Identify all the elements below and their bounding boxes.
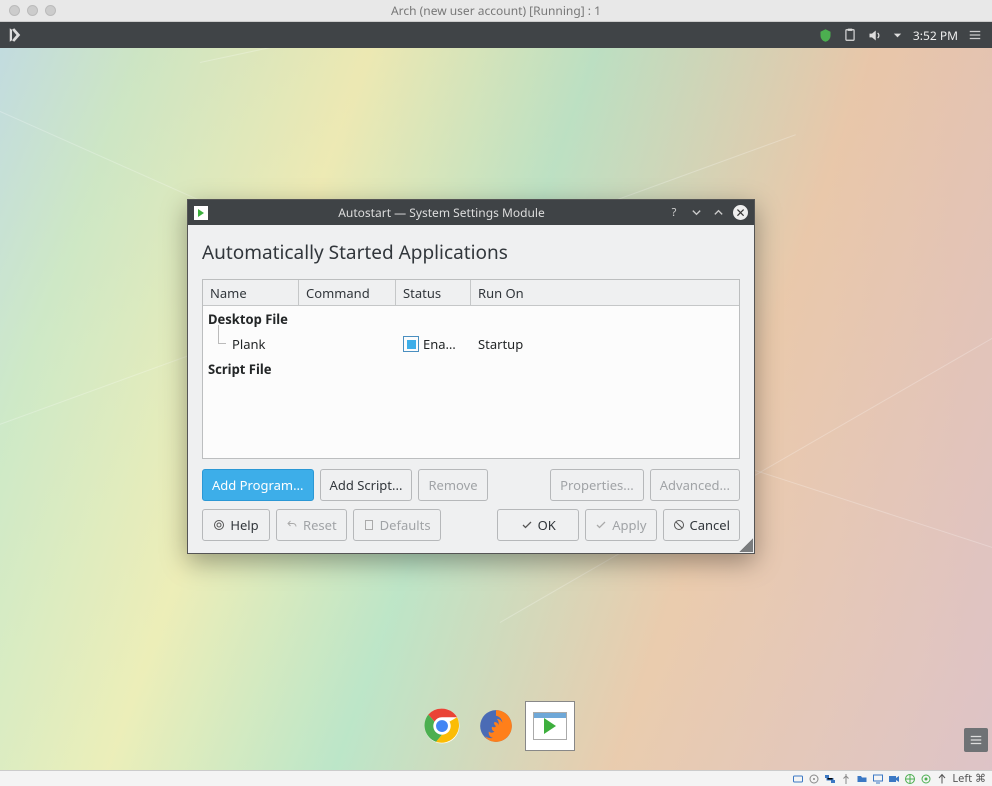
vm-recording-icon[interactable] — [920, 773, 932, 785]
vm-video-icon[interactable] — [888, 773, 900, 785]
vm-status-bar: Left ⌘ — [0, 770, 992, 786]
dock — [416, 700, 576, 752]
check-icon — [521, 519, 533, 531]
hamburger-icon — [969, 733, 983, 747]
apply-label: Apply — [612, 516, 646, 534]
system-settings-icon — [533, 712, 567, 740]
advanced-button[interactable]: Advanced... — [650, 469, 740, 501]
vm-hostkey-label: Left ⌘ — [952, 771, 986, 786]
entry-name: Plank — [218, 335, 266, 353]
help-label: Help — [230, 516, 258, 534]
vm-mouse-icon[interactable] — [936, 773, 948, 785]
maximize-titlebar-button[interactable] — [711, 206, 725, 220]
vm-net-icon[interactable] — [824, 773, 836, 785]
app-launcher-button[interactable] — [0, 22, 30, 48]
chrome-icon — [423, 707, 461, 745]
window-app-icon — [194, 206, 208, 220]
properties-button[interactable]: Properties... — [550, 469, 644, 501]
panel-clock[interactable]: 3:52 PM — [913, 27, 958, 44]
autostart-dialog: Autostart — System Settings Module ? ✕ A… — [187, 199, 755, 554]
tray-expand-icon[interactable] — [892, 30, 903, 41]
remove-button[interactable]: Remove — [418, 469, 487, 501]
panel-edit-button[interactable] — [964, 728, 988, 752]
col-header-status[interactable]: Status — [396, 280, 471, 305]
ok-button[interactable]: OK — [497, 509, 579, 541]
shield-tray-icon[interactable] — [818, 28, 833, 43]
kde-panel: 3:52 PM — [0, 22, 992, 48]
desktop: 3:52 PM Autostart — System Settings Modu… — [0, 22, 992, 770]
autostart-table[interactable]: Name Command Status Run On Desktop File … — [202, 279, 740, 459]
system-tray: 3:52 PM — [818, 27, 992, 44]
vm-hdd-icon[interactable] — [792, 773, 804, 785]
add-program-button[interactable]: Add Program... — [202, 469, 314, 501]
vm-title: Arch (new user account) [Running] : 1 — [391, 2, 601, 19]
help-button[interactable]: Help — [202, 509, 270, 541]
panel-menu-icon[interactable] — [968, 28, 982, 42]
col-header-name[interactable]: Name — [203, 280, 299, 305]
kde-logo-icon — [6, 26, 24, 44]
vm-min-dot[interactable] — [27, 5, 38, 16]
group-desktop-file[interactable]: Desktop File — [203, 306, 739, 332]
clipboard-tray-icon[interactable] — [843, 28, 857, 42]
cancel-icon — [673, 519, 685, 531]
reset-label: Reset — [303, 516, 337, 534]
dock-item-chrome[interactable] — [418, 702, 466, 750]
vm-shared-icon[interactable] — [856, 773, 868, 785]
runon-cell: Startup — [471, 335, 523, 353]
vm-usb-icon[interactable] — [840, 773, 852, 785]
col-header-runon[interactable]: Run On — [471, 280, 739, 305]
vm-cd-icon[interactable] — [808, 773, 820, 785]
reset-button[interactable]: Reset — [276, 509, 347, 541]
document-icon — [363, 519, 375, 531]
defaults-button[interactable]: Defaults — [353, 509, 441, 541]
dialog-heading: Automatically Started Applications — [202, 239, 740, 265]
apply-button[interactable]: Apply — [585, 509, 656, 541]
lifebuoy-icon — [213, 519, 225, 531]
dock-item-system-settings[interactable] — [526, 702, 574, 750]
undo-icon — [286, 519, 298, 531]
vm-zoom-dot[interactable] — [45, 5, 56, 16]
cancel-button[interactable]: Cancel — [663, 509, 740, 541]
add-script-button[interactable]: Add Script... — [320, 469, 413, 501]
vm-audio-icon[interactable] — [904, 773, 916, 785]
ok-label: OK — [538, 516, 556, 534]
cancel-label: Cancel — [690, 516, 730, 534]
group-script-file[interactable]: Script File — [203, 356, 739, 382]
help-titlebar-button[interactable]: ? — [667, 206, 681, 220]
vm-display-icon[interactable] — [872, 773, 884, 785]
col-header-command[interactable]: Command — [299, 280, 396, 305]
vm-titlebar: Arch (new user account) [Running] : 1 — [0, 0, 992, 22]
dialog-titlebar[interactable]: Autostart — System Settings Module ? ✕ — [188, 200, 754, 225]
dialog-title: Autostart — System Settings Module — [216, 204, 667, 221]
defaults-label: Defaults — [380, 516, 431, 534]
check-icon — [595, 519, 607, 531]
table-row[interactable]: Plank Ena… Startup — [203, 332, 739, 356]
status-checkbox[interactable] — [403, 336, 419, 352]
resize-grip[interactable] — [739, 538, 753, 552]
status-label: Ena… — [423, 335, 456, 353]
dock-item-firefox[interactable] — [472, 702, 520, 750]
volume-tray-icon[interactable] — [867, 28, 882, 43]
vm-close-dot[interactable] — [9, 5, 20, 16]
minimize-titlebar-button[interactable] — [689, 206, 703, 220]
firefox-icon — [477, 707, 515, 745]
close-titlebar-button[interactable]: ✕ — [733, 205, 748, 220]
